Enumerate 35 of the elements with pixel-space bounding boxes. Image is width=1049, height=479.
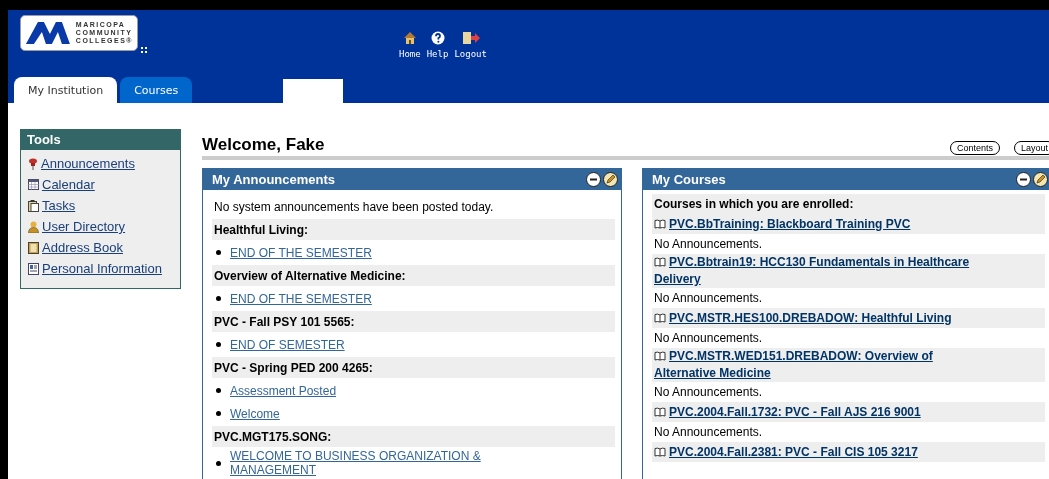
tab[interactable]: Courses bbox=[120, 77, 193, 103]
panel-title: My Announcements bbox=[212, 171, 336, 187]
notice-text: No Announcements. bbox=[653, 236, 764, 253]
announcement-link[interactable]: END OF SEMESTER bbox=[230, 337, 345, 352]
announcement-link[interactable]: END OF THE SEMESTER bbox=[230, 245, 372, 260]
nav-link[interactable]: Home bbox=[399, 31, 421, 59]
tool-link[interactable]: Personal Information bbox=[42, 261, 162, 276]
tool-link[interactable]: Calendar bbox=[42, 177, 95, 192]
pill-button[interactable]: Layout bbox=[1013, 141, 1049, 155]
announcement-link[interactable]: END OF THE SEMESTER bbox=[230, 291, 372, 306]
tool-link[interactable]: User Directory bbox=[42, 219, 126, 234]
panel-title: My Courses bbox=[652, 171, 726, 187]
nav-link[interactable]: Help bbox=[426, 31, 449, 59]
course-heading: PVC - Fall PSY 101 5565: bbox=[212, 311, 615, 332]
course-heading: Overview of Alternative Medicine: bbox=[212, 265, 615, 286]
tool-link[interactable]: Address Book bbox=[42, 240, 123, 255]
notice-text: No system announcements have been posted today. bbox=[213, 198, 495, 216]
panel-title: Tools bbox=[21, 130, 180, 150]
pill-button[interactable]: Contents bbox=[949, 141, 1000, 155]
announcement-link[interactable]: WELCOME TO BUSINESS ORGANIZATION & MANAGEMENT bbox=[230, 449, 530, 477]
notice-text: No Announcements. bbox=[653, 424, 764, 441]
welcome-heading: Welcome, Fake bbox=[202, 135, 325, 155]
tool-link[interactable]: Tasks bbox=[42, 198, 76, 213]
tool-link[interactable]: Announcements bbox=[41, 156, 135, 171]
announcement-link[interactable]: Welcome bbox=[230, 406, 280, 421]
course-heading: Healthful Living: bbox=[212, 219, 615, 240]
section-heading: Courses in which you are enrolled: bbox=[652, 194, 1045, 214]
notice-text: No Announcements. bbox=[653, 384, 764, 401]
tab[interactable]: My Institution bbox=[14, 77, 118, 103]
announcement-link[interactable]: Assessment Posted bbox=[230, 383, 337, 398]
notice-text: No Announcements. bbox=[653, 290, 764, 307]
course-heading: PVC.MGT175.SONG: bbox=[212, 426, 615, 447]
nav-link[interactable]: Logout bbox=[454, 31, 487, 59]
course-heading: PVC - Spring PED 200 4265: bbox=[212, 357, 615, 378]
notice-text: No Announcements. bbox=[653, 330, 764, 347]
